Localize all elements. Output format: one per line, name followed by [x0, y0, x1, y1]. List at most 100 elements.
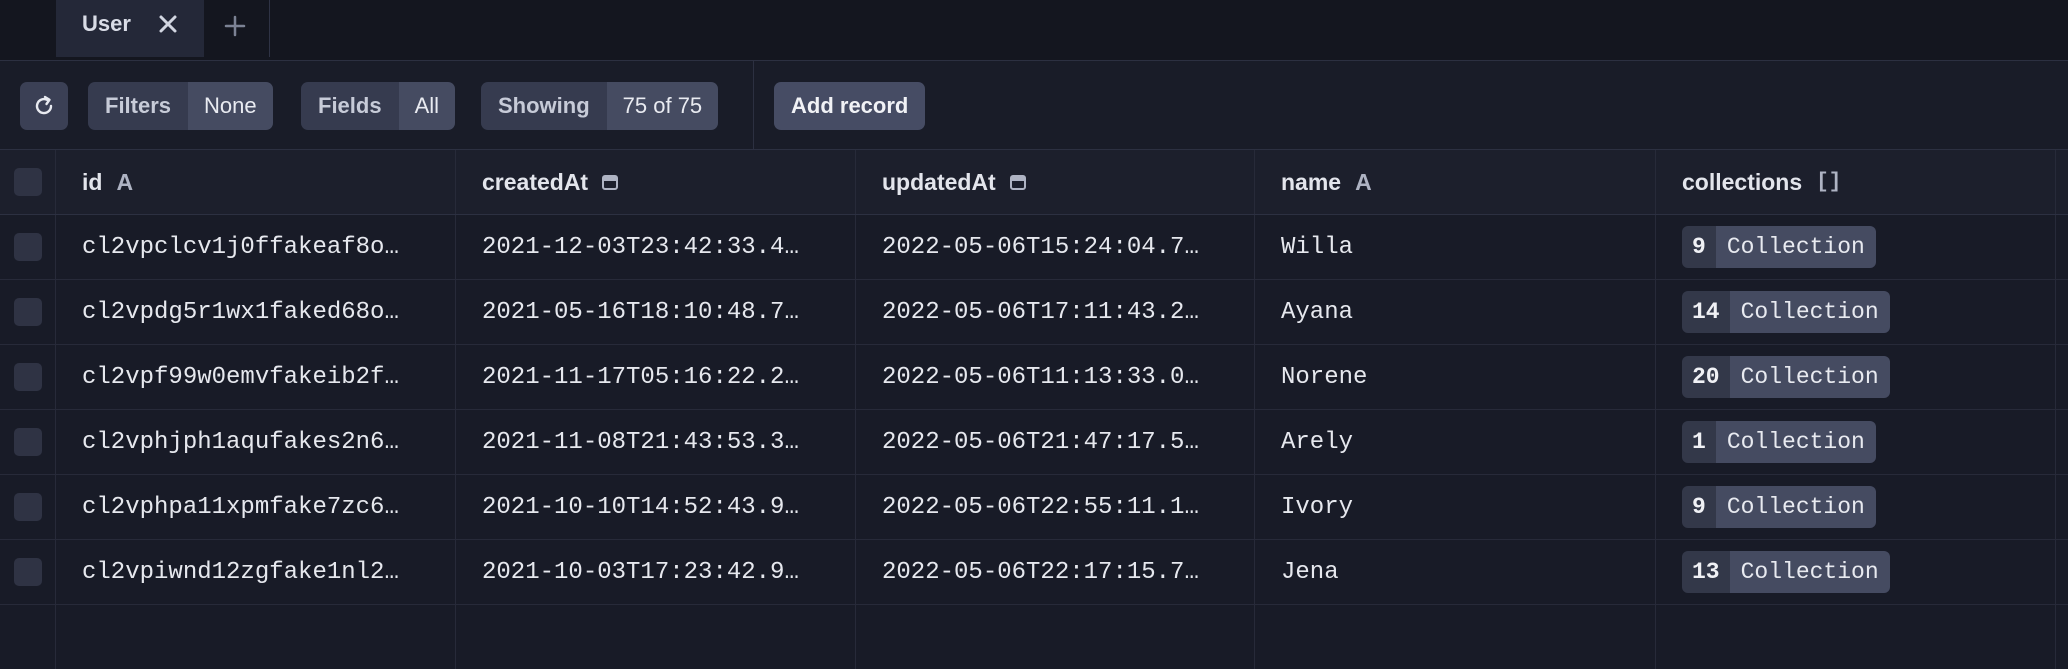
cell-value: 2021-11-08T21:43:53.3…	[482, 428, 799, 456]
cell-collections[interactable]: 20 Collection	[1656, 345, 2056, 409]
cell-name[interactable]: Norene	[1255, 345, 1656, 409]
cell-updatedat[interactable]: 2022-05-06T21:47:17.5…	[856, 410, 1255, 474]
row-checkbox[interactable]	[13, 428, 42, 456]
row-checkbox[interactable]	[13, 493, 42, 521]
cell-createdat[interactable]: 2021-11-17T05:16:22.2…	[456, 345, 856, 409]
cell-id[interactable]: cl2vpclcv1j0ffakeaf8o…	[56, 215, 456, 279]
collections-label: Collection	[1729, 291, 1890, 333]
cell-createdat[interactable]	[456, 605, 856, 669]
collections-label: Collection	[1715, 421, 1876, 463]
cell-value: 2021-10-10T14:52:43.9…	[482, 493, 799, 521]
collections-label: Collection	[1715, 226, 1876, 268]
cell-collections[interactable]: 13 Collection	[1656, 540, 2056, 604]
cell-name[interactable]: Ayana	[1255, 280, 1656, 344]
tab-user[interactable]: User	[56, 0, 204, 57]
fields-label: Fields	[301, 82, 399, 130]
cell-id[interactable]	[56, 605, 456, 669]
collections-badge[interactable]: 1 Collection	[1682, 421, 1876, 463]
column-name: id	[82, 168, 103, 195]
column-header-name[interactable]: name A	[1255, 150, 1656, 214]
column-header-id[interactable]: id A	[56, 150, 456, 214]
collections-count: 9	[1682, 226, 1716, 268]
cell-updatedat[interactable]: 2022-05-06T22:55:11.1…	[856, 475, 1255, 539]
close-icon[interactable]	[157, 13, 179, 35]
cell-updatedat[interactable]: 2022-05-06T17:11:43.2…	[856, 280, 1255, 344]
plus-icon[interactable]	[221, 12, 249, 40]
row-select-cell	[0, 410, 56, 474]
cell-value: 2022-05-06T15:24:04.7…	[882, 233, 1199, 261]
cell-createdat[interactable]: 2021-10-10T14:52:43.9…	[456, 475, 856, 539]
select-all-checkbox[interactable]	[13, 168, 42, 196]
column-name: createdAt	[482, 168, 589, 195]
table-row[interactable]: cl2vpdg5r1wx1faked68o… 2021-05-16T18:10:…	[0, 280, 2068, 345]
cell-value: 2021-05-16T18:10:48.7…	[482, 298, 799, 326]
cell-id[interactable]: cl2vpf99w0emvfakeib2f…	[56, 345, 456, 409]
column-name: updatedAt	[882, 168, 996, 195]
filters-value: None	[188, 82, 273, 130]
row-checkbox[interactable]	[13, 363, 42, 391]
table-row[interactable]	[0, 605, 2068, 669]
cell-value: Ivory	[1281, 493, 1354, 521]
cell-updatedat[interactable]: 2022-05-06T22:17:15.7…	[856, 540, 1255, 604]
cell-collections[interactable]: 14 Collection	[1656, 280, 2056, 344]
toolbar-divider	[753, 61, 754, 149]
cell-id[interactable]: cl2vphjph1aqufakes2n6…	[56, 410, 456, 474]
row-checkbox[interactable]	[13, 558, 42, 586]
cell-createdat[interactable]: 2021-11-08T21:43:53.3…	[456, 410, 856, 474]
cell-createdat[interactable]: 2021-05-16T18:10:48.7…	[456, 280, 856, 344]
letter-a-icon: A	[116, 168, 134, 195]
cell-updatedat[interactable]	[856, 605, 1255, 669]
filters-label: Filters	[88, 82, 189, 130]
cell-id[interactable]: cl2vphpa11xpmfake7zc6…	[56, 475, 456, 539]
collections-count: 20	[1682, 356, 1730, 398]
table-row[interactable]: cl2vphjph1aqufakes2n6… 2021-11-08T21:43:…	[0, 410, 2068, 475]
cell-value: cl2vphjph1aqufakes2n6…	[82, 428, 399, 456]
cell-id[interactable]: cl2vpiwnd12zgfake1nl2…	[56, 540, 456, 604]
cell-value: Norene	[1281, 363, 1368, 391]
column-header-collections[interactable]: collections []	[1656, 150, 2056, 214]
cell-value: 2022-05-06T11:13:33.0…	[882, 363, 1199, 391]
cell-name[interactable]	[1255, 605, 1656, 669]
cell-name[interactable]: Arely	[1255, 410, 1656, 474]
collections-badge[interactable]: 13 Collection	[1682, 551, 1890, 593]
column-header-createdat[interactable]: createdAt	[456, 150, 856, 214]
cell-collections[interactable]: 1 Collection	[1656, 410, 2056, 474]
collections-badge[interactable]: 9 Collection	[1682, 486, 1876, 528]
row-select-cell	[0, 215, 56, 279]
cell-id[interactable]: cl2vpdg5r1wx1faked68o…	[56, 280, 456, 344]
fields-value: All	[398, 82, 456, 130]
collections-badge[interactable]: 20 Collection	[1682, 356, 1890, 398]
row-select-cell	[0, 540, 56, 604]
collections-badge[interactable]: 14 Collection	[1682, 291, 1890, 333]
cell-createdat[interactable]: 2021-12-03T23:42:33.4…	[456, 215, 856, 279]
cell-collections[interactable]: 9 Collection	[1656, 475, 2056, 539]
cell-updatedat[interactable]: 2022-05-06T15:24:04.7…	[856, 215, 1255, 279]
toolbar: Filters None Fields All Showing 75 of 75…	[0, 61, 2068, 150]
column-header-updatedat[interactable]: updatedAt	[856, 150, 1255, 214]
cell-updatedat[interactable]: 2022-05-06T11:13:33.0…	[856, 345, 1255, 409]
add-record-button[interactable]: Add record	[774, 82, 926, 130]
row-checkbox[interactable]	[13, 233, 42, 261]
cell-createdat[interactable]: 2021-10-03T17:23:42.9…	[456, 540, 856, 604]
table-row[interactable]: cl2vpf99w0emvfakeib2f… 2021-11-17T05:16:…	[0, 345, 2068, 410]
cell-name[interactable]: Jena	[1255, 540, 1656, 604]
cell-value: Jena	[1281, 558, 1339, 586]
filters-button[interactable]: Filters None	[88, 82, 273, 130]
row-select-cell	[0, 280, 56, 344]
table-row[interactable]: cl2vpclcv1j0ffakeaf8o… 2021-12-03T23:42:…	[0, 215, 2068, 280]
table-row[interactable]: cl2vphpa11xpmfake7zc6… 2021-10-10T14:52:…	[0, 475, 2068, 540]
collections-badge[interactable]: 9 Collection	[1682, 226, 1876, 268]
cell-value: Willa	[1281, 233, 1354, 261]
cell-name[interactable]: Willa	[1255, 215, 1656, 279]
header-select-cell	[0, 150, 56, 214]
refresh-button[interactable]	[20, 82, 68, 130]
cell-name[interactable]: Ivory	[1255, 475, 1656, 539]
cell-collections[interactable]: 9 Collection	[1656, 215, 2056, 279]
showing-button[interactable]: Showing 75 of 75	[481, 82, 719, 130]
table-row[interactable]: cl2vpiwnd12zgfake1nl2… 2021-10-03T17:23:…	[0, 540, 2068, 605]
fields-button[interactable]: Fields All	[301, 82, 456, 130]
row-checkbox[interactable]	[13, 298, 42, 326]
cell-value: cl2vphpa11xpmfake7zc6…	[82, 493, 399, 521]
cell-value: 2022-05-06T17:11:43.2…	[882, 298, 1199, 326]
cell-collections[interactable]	[1656, 605, 2056, 669]
